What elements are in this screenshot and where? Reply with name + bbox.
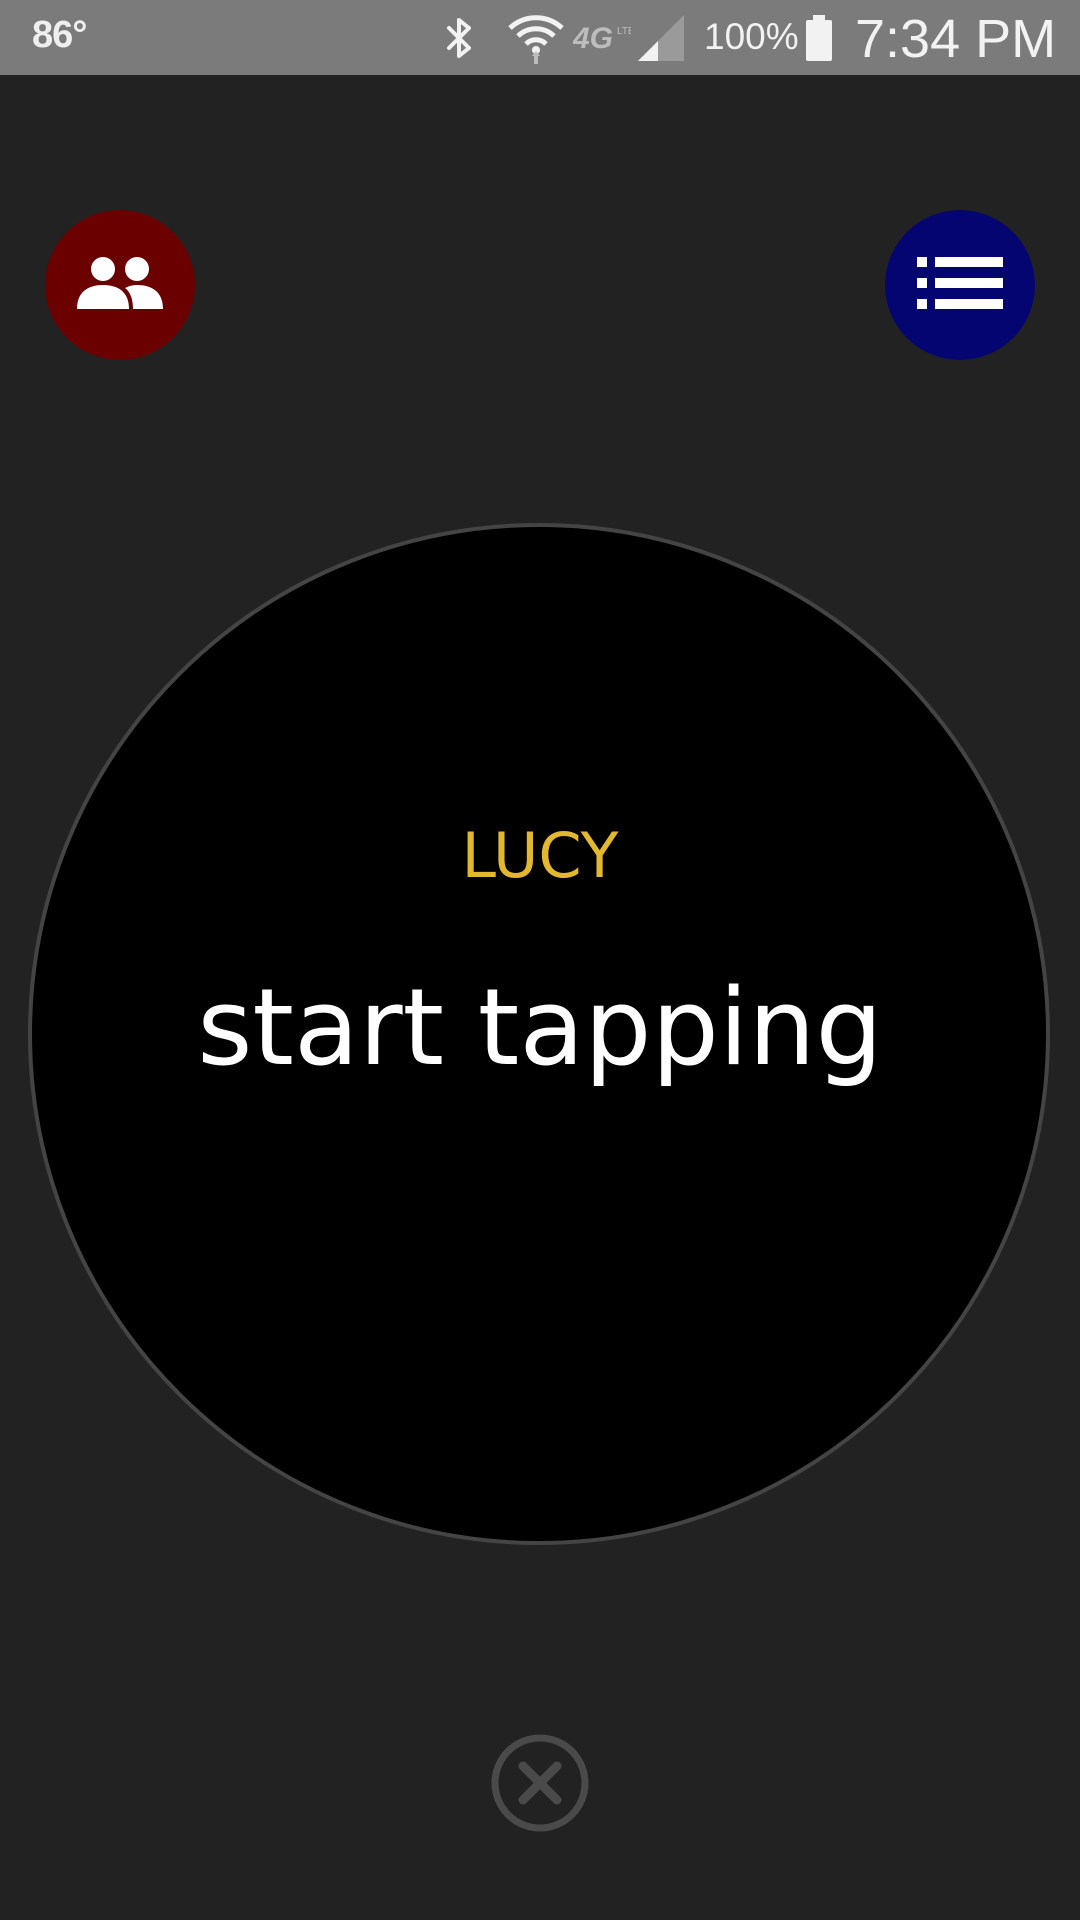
svg-text:4G: 4G bbox=[573, 22, 613, 55]
close-circle-icon bbox=[490, 1733, 590, 1837]
list-button[interactable] bbox=[885, 210, 1035, 360]
tap-prompt: start tapping bbox=[197, 966, 883, 1089]
battery-icon bbox=[802, 0, 836, 75]
svg-text:LTE: LTE bbox=[617, 26, 631, 37]
status-bar: 86° 4G LTE bbox=[0, 0, 1080, 75]
app-screen: 86° 4G LTE bbox=[0, 0, 1080, 1920]
temperature-text: 86° bbox=[32, 14, 87, 56]
people-icon bbox=[75, 253, 165, 317]
signal-icon bbox=[636, 0, 686, 75]
clock-text: 7:34 PM bbox=[855, 9, 1057, 69]
battery-percent-text: 100% bbox=[704, 16, 799, 57]
player-name: LUCY bbox=[461, 819, 619, 892]
wifi-icon bbox=[505, 0, 567, 75]
close-button[interactable] bbox=[490, 1733, 590, 1837]
list-icon bbox=[915, 255, 1005, 315]
bluetooth-icon bbox=[438, 0, 482, 75]
lte-icon: 4G LTE bbox=[572, 0, 632, 75]
players-button[interactable] bbox=[45, 210, 195, 360]
